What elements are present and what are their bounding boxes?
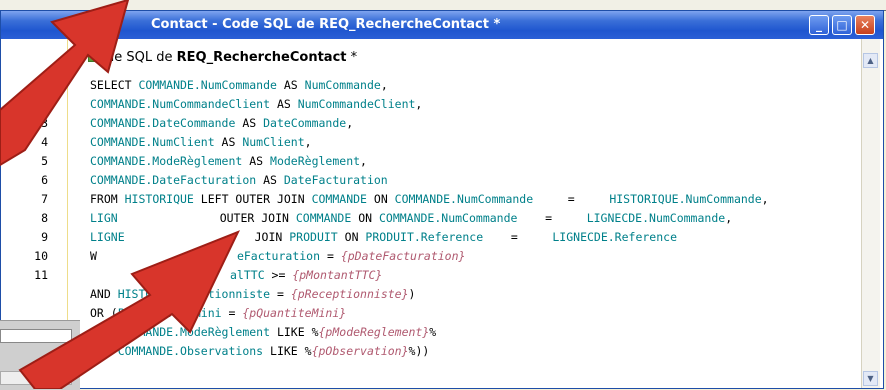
window-title: Contact - Code SQL de REQ_RechercheConta… [151, 17, 501, 32]
scroll-down-button[interactable]: ▼ [863, 371, 878, 386]
line-number: 9 [41, 230, 48, 244]
code-line: COMMANDE.DateFacturation AS DateFacturat… [90, 173, 388, 187]
line-number: 5 [41, 154, 48, 168]
scroll-up-button[interactable]: ▲ [863, 53, 878, 68]
background-thumbnail-panel [0, 320, 80, 390]
code-line: LIGNE JOIN PRODUIT ON PRODUIT.Reference =… [90, 230, 677, 244]
line-number: 11 [34, 268, 48, 282]
code-line: FROM HISTORIQUE LEFT OUTER JOIN COMMANDE… [90, 192, 769, 206]
code-line: COMMANDE.DateCommande AS DateCommande, [90, 116, 354, 130]
close-button[interactable]: ✕ [855, 15, 875, 35]
query-name: REQ_RechercheContact [176, 50, 347, 65]
line-number: 4 [41, 135, 48, 149]
minimize-button[interactable]: _ [809, 15, 829, 35]
sql-code-window: Contact - Code SQL de REQ_RechercheConta… [0, 10, 884, 389]
query-icon [88, 48, 102, 62]
line-number: 2 [41, 97, 48, 111]
line-number: 10 [34, 249, 48, 263]
code-line: alTTC >= {pMontantTTC} [230, 268, 383, 282]
code-line: COMMANDE.NumClient AS NumClient, [90, 135, 312, 149]
query-header: de SQL de REQ_RechercheContact * [88, 48, 357, 66]
line-number: 7 [41, 192, 48, 206]
vertical-scrollbar[interactable]: ▲ ▼ [861, 39, 880, 388]
code-line: AND HISTORI.Réceptionniste = {pReception… [90, 287, 416, 301]
code-line: COMMANDE.ModeRèglement AS ModeRèglement, [90, 154, 367, 168]
editor-area: 2 3 4 5 6 7 8 9 10 11 de SQL de REQ_Rech… [4, 39, 880, 388]
code-line: OR (PRODUIT.QteMini = {pQuantiteMini} [90, 306, 347, 320]
window-titlebar[interactable]: Contact - Code SQL de REQ_RechercheConta… [1, 11, 883, 39]
code-line: AND COMMANDE.Observations LIKE %{pObserv… [90, 344, 430, 358]
code-line: COMMANDE.NumCommandeClient AS NumCommand… [90, 97, 423, 111]
line-number: 3 [41, 116, 48, 130]
code-line: LIGN OUTER JOIN COMMANDE ON COMMANDE.NumC… [90, 211, 733, 225]
code-line: SELECT COMMANDE.NumCommande AS NumComman… [90, 78, 388, 92]
maximize-button[interactable]: □ [832, 15, 852, 35]
code-line: AND COMMANDE.ModeRèglement LIKE %{pModeR… [90, 325, 437, 339]
line-number: 8 [41, 211, 48, 225]
code-line: WeFacturation = {pDateFacturation} [90, 249, 466, 263]
sql-code-editor[interactable]: de SQL de REQ_RechercheContact * SELECT … [68, 39, 862, 388]
line-number: 6 [41, 173, 48, 187]
